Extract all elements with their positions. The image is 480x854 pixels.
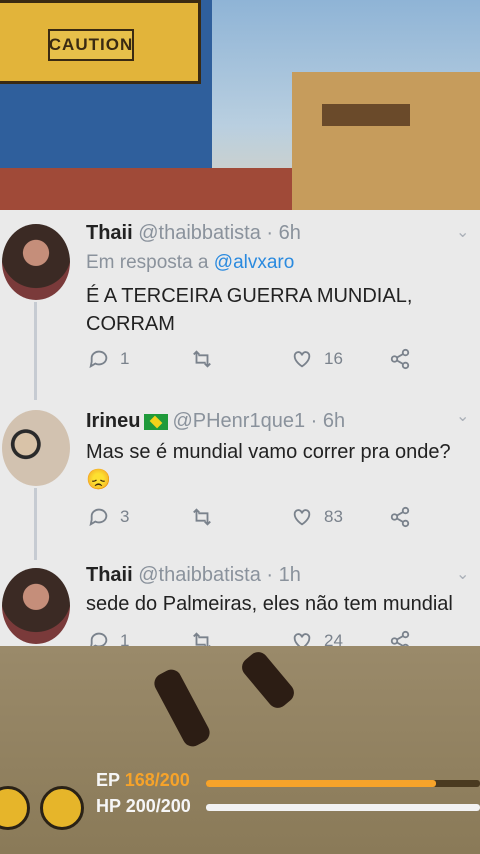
tweet-text: É A TERCEIRA GUERRA MUNDIAL, CORRAM <box>86 285 413 335</box>
chevron-down-icon[interactable]: ⌄ <box>456 564 469 584</box>
tweet-header: Thaii @thaibbatista · 1h <box>86 564 301 587</box>
brazil-flag-icon <box>144 413 169 430</box>
caution-sign: CAUTION <box>48 29 134 61</box>
reply-count: 1 <box>120 349 130 368</box>
tweet-header: Thaii @thaibbatista · 6h <box>86 222 301 245</box>
like-button[interactable]: 83 <box>290 506 343 528</box>
like-button[interactable]: 24 <box>290 630 343 646</box>
retweet-button[interactable] <box>190 348 224 370</box>
share-icon <box>390 630 410 646</box>
hp-bar-track <box>206 804 480 811</box>
building <box>292 72 480 210</box>
retweet-button[interactable] <box>190 630 224 646</box>
ep-bar-track <box>206 780 480 787</box>
backpack-icon[interactable] <box>40 786 84 830</box>
avatar[interactable] <box>2 224 70 300</box>
author-handle: @thaibbatista · 1h <box>138 564 301 586</box>
share-button[interactable] <box>388 348 412 370</box>
author-name[interactable]: Irineu <box>86 410 140 432</box>
tweet-actions: 3 83 <box>86 506 426 536</box>
ep-bar-fill <box>206 780 437 787</box>
reply-icon <box>89 508 108 527</box>
container-rail <box>0 168 292 210</box>
reply-button[interactable]: 3 <box>88 506 129 528</box>
ep-label: EP <box>96 770 120 790</box>
like-button[interactable]: 16 <box>290 348 343 370</box>
author-handle: @thaibbatista · 6h <box>138 222 301 244</box>
tweet-text: sede do Palmeiras, eles não tem mundial <box>86 593 453 615</box>
share-button[interactable] <box>388 630 412 646</box>
share-icon <box>390 348 410 370</box>
reply-button[interactable]: 1 <box>88 630 129 646</box>
reply-icon <box>89 350 108 369</box>
retweet-icon <box>193 632 211 646</box>
retweet-icon <box>193 508 211 526</box>
container-roof: CAUTION <box>0 0 201 84</box>
avatar[interactable] <box>2 568 70 644</box>
like-count: 24 <box>324 631 343 646</box>
avatar[interactable] <box>2 410 70 486</box>
reply-context: Em resposta a @alvxaro <box>86 252 294 274</box>
heart-icon <box>293 509 311 526</box>
tweet-header: Irineu @PHenr1que1 · 6h <box>86 410 345 433</box>
ep-value: 168/200 <box>124 770 190 790</box>
reply-icon <box>90 632 108 646</box>
tweet-item[interactable]: Thaii @thaibbatista · 6h Em resposta a @… <box>0 210 480 400</box>
reply-button[interactable]: 1 <box>88 348 129 370</box>
reply-prefix: Em resposta a <box>86 252 209 273</box>
building-sign <box>322 104 410 126</box>
like-count: 16 <box>324 349 343 368</box>
reply-count: 1 <box>120 631 130 646</box>
tweet-item[interactable]: Thaii @thaibbatista · 1h sede do Palmeir… <box>0 562 480 646</box>
hp-label: HP <box>96 796 121 816</box>
ep-readout: EP 168/200 <box>96 770 190 791</box>
tweet-actions: 1 24 <box>86 630 426 646</box>
heart-icon <box>293 633 311 646</box>
tweet-item[interactable]: Irineu @PHenr1que1 · 6h Mas se é mundial … <box>0 402 480 560</box>
thread-line <box>34 488 37 560</box>
reply-mention[interactable]: @alvxaro <box>214 252 295 273</box>
share-button[interactable] <box>388 506 412 528</box>
game-scene-top: CAUTION <box>0 0 480 210</box>
retweet-button[interactable] <box>190 506 224 528</box>
character-foot <box>150 666 214 750</box>
hp-bar-fill <box>206 804 480 811</box>
author-name[interactable]: Thaii <box>86 222 133 244</box>
author-name[interactable]: Thaii <box>86 564 133 586</box>
tweet-text: Mas se é mundial vamo correr pra onde? <box>86 441 451 463</box>
retweet-icon <box>193 350 211 368</box>
chevron-down-icon[interactable]: ⌄ <box>456 222 469 242</box>
share-icon <box>390 506 410 528</box>
like-count: 83 <box>324 507 343 526</box>
character-foot <box>237 648 299 712</box>
tweet-thread: Thaii @thaibbatista · 6h Em resposta a @… <box>0 210 480 646</box>
heart-icon <box>293 351 311 368</box>
chevron-down-icon[interactable]: ⌄ <box>456 406 469 426</box>
tweet-actions: 1 16 <box>86 348 426 378</box>
emoji: 😞 <box>86 469 111 491</box>
author-handle: @PHenr1que1 · 6h <box>172 410 346 432</box>
reply-count: 3 <box>120 507 130 526</box>
hp-readout: HP 200/200 <box>96 796 191 817</box>
hp-value: 200/200 <box>125 796 191 816</box>
thread-line <box>34 302 37 400</box>
